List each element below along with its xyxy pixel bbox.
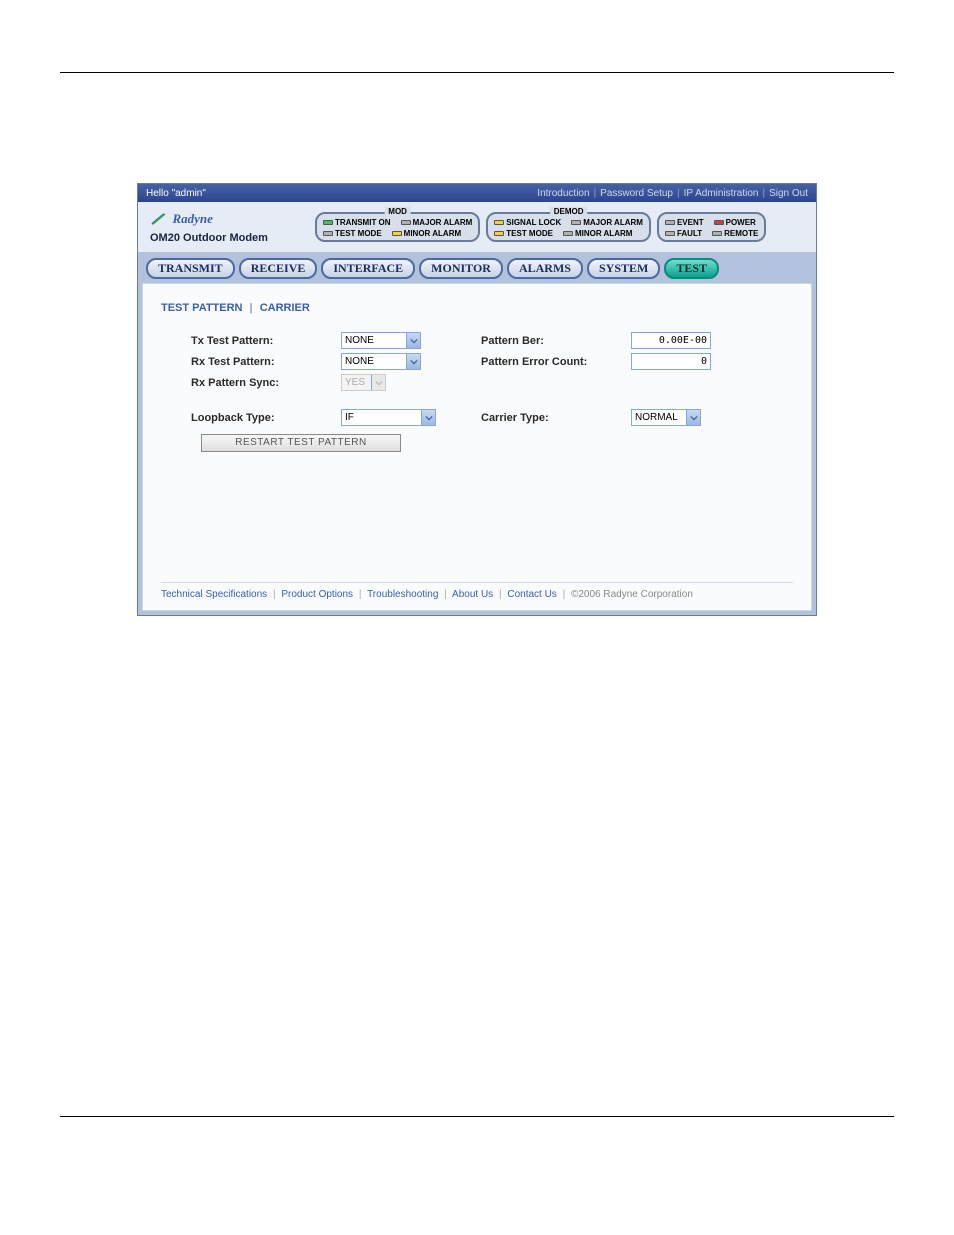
chevron-down-icon (686, 410, 700, 425)
status-group-system: EVENT POWER FAULT REMOTE (657, 212, 766, 242)
select-rx-test-pattern[interactable]: NONE (341, 353, 421, 370)
page-bottom-rule (60, 1116, 894, 1117)
chevron-down-icon (406, 333, 420, 348)
logo-box: Radyne OM20 Outdoor Modem (144, 206, 309, 248)
led-icon (401, 220, 411, 225)
main-tabs: TRANSMIT RECEIVE INTERFACE MONITOR ALARM… (138, 252, 816, 283)
led-mod-minor-alarm: MINOR ALARM (392, 229, 461, 238)
value-pattern-ber: 0.00E-00 (631, 332, 711, 349)
page-top-rule (60, 72, 894, 73)
subtab-carrier[interactable]: CARRIER (260, 302, 310, 314)
led-power: POWER (714, 218, 756, 227)
led-demod-major-alarm: MAJOR ALARM (571, 218, 643, 227)
led-icon (563, 231, 573, 236)
tab-alarms[interactable]: ALARMS (507, 258, 583, 279)
led-fault: FAULT (665, 229, 702, 238)
chevron-down-icon (421, 410, 435, 425)
status-group-demod: DEMOD SIGNAL LOCK MAJOR ALARM TEST MODE … (486, 212, 651, 242)
brand-logo: Radyne (150, 210, 303, 228)
separator: | (496, 589, 505, 600)
subtab-test-pattern[interactable]: TEST PATTERN (161, 302, 242, 314)
top-link-ip-admin[interactable]: IP Administration (684, 188, 759, 199)
top-link-password-setup[interactable]: Password Setup (600, 188, 673, 199)
led-mod-major-alarm: MAJOR ALARM (401, 218, 473, 227)
footer-link-tech-specs[interactable]: Technical Specifications (161, 589, 267, 600)
led-mod-test-mode: TEST MODE (323, 229, 382, 238)
status-group-mod: MOD TRANSMIT ON MAJOR ALARM TEST MODE MI… (315, 212, 480, 242)
label-pattern-error-count: Pattern Error Count: (461, 356, 631, 368)
footer-link-product-options[interactable]: Product Options (281, 589, 353, 600)
restart-test-pattern-button[interactable]: RESTART TEST PATTERN (201, 434, 401, 452)
led-demod-minor-alarm: MINOR ALARM (563, 229, 632, 238)
led-remote: REMOTE (712, 229, 758, 238)
select-rx-pattern-sync: YES (341, 374, 386, 391)
top-link-sign-out[interactable]: Sign Out (769, 188, 808, 199)
led-icon (323, 231, 333, 236)
greeting-text: Hello "admin" (146, 188, 206, 199)
separator: | (594, 188, 597, 199)
tab-receive[interactable]: RECEIVE (239, 258, 318, 279)
select-carrier-type[interactable]: NORMAL (631, 409, 701, 426)
separator: | (270, 589, 279, 600)
footer-bar: Technical Specifications | Product Optio… (161, 582, 793, 600)
led-icon (571, 220, 581, 225)
footer-link-troubleshooting[interactable]: Troubleshooting (367, 589, 438, 600)
led-icon (392, 231, 402, 236)
footer-link-contact-us[interactable]: Contact Us (507, 589, 556, 600)
top-nav: Introduction | Password Setup | IP Admin… (537, 188, 808, 199)
select-loopback-type[interactable]: IF (341, 409, 436, 426)
chevron-down-icon (406, 354, 420, 369)
led-icon (665, 220, 675, 225)
tab-system[interactable]: SYSTEM (587, 258, 660, 279)
status-title-mod: MOD (384, 207, 411, 216)
label-carrier-type: Carrier Type: (461, 412, 631, 424)
tab-test[interactable]: TEST (664, 258, 719, 279)
select-tx-test-pattern[interactable]: NONE (341, 332, 421, 349)
top-bar: Hello "admin" Introduction | Password Se… (138, 184, 816, 202)
form-area: Tx Test Pattern: NONE Pattern Ber: 0.00E… (161, 332, 793, 452)
header-band: Radyne OM20 Outdoor Modem MOD TRANSMIT O… (138, 202, 816, 252)
label-tx-test-pattern: Tx Test Pattern: (191, 335, 341, 347)
chevron-down-icon (371, 375, 385, 390)
separator: | (441, 589, 450, 600)
top-link-introduction[interactable]: Introduction (537, 188, 589, 199)
app-window: Hello "admin" Introduction | Password Se… (137, 183, 817, 616)
label-loopback-type: Loopback Type: (191, 412, 341, 424)
model-name: OM20 Outdoor Modem (150, 232, 303, 244)
label-rx-test-pattern: Rx Test Pattern: (191, 356, 341, 368)
separator: | (356, 589, 365, 600)
footer-link-about-us[interactable]: About Us (452, 589, 493, 600)
led-demod-test-mode: TEST MODE (494, 229, 553, 238)
tab-interface[interactable]: INTERFACE (321, 258, 415, 279)
sub-tabs: TEST PATTERN | CARRIER (161, 302, 793, 314)
footer-copyright: ©2006 Radyne Corporation (571, 589, 693, 600)
tab-monitor[interactable]: MONITOR (419, 258, 503, 279)
label-pattern-ber: Pattern Ber: (461, 335, 631, 347)
led-transmit-on: TRANSMIT ON (323, 218, 391, 227)
status-title-demod: DEMOD (550, 207, 588, 216)
led-icon (665, 231, 675, 236)
separator: | (246, 302, 257, 314)
led-icon (323, 220, 333, 225)
led-icon (494, 231, 504, 236)
content-area: TEST PATTERN | CARRIER Tx Test Pattern: … (142, 283, 812, 611)
led-icon (712, 231, 722, 236)
separator: | (560, 589, 569, 600)
label-rx-pattern-sync: Rx Pattern Sync: (191, 377, 341, 389)
separator: | (677, 188, 680, 199)
led-event: EVENT (665, 218, 704, 227)
led-signal-lock: SIGNAL LOCK (494, 218, 561, 227)
tab-transmit[interactable]: TRANSMIT (146, 258, 235, 279)
led-icon (714, 220, 724, 225)
led-icon (494, 220, 504, 225)
value-pattern-error-count: 0 (631, 353, 711, 370)
separator: | (762, 188, 765, 199)
